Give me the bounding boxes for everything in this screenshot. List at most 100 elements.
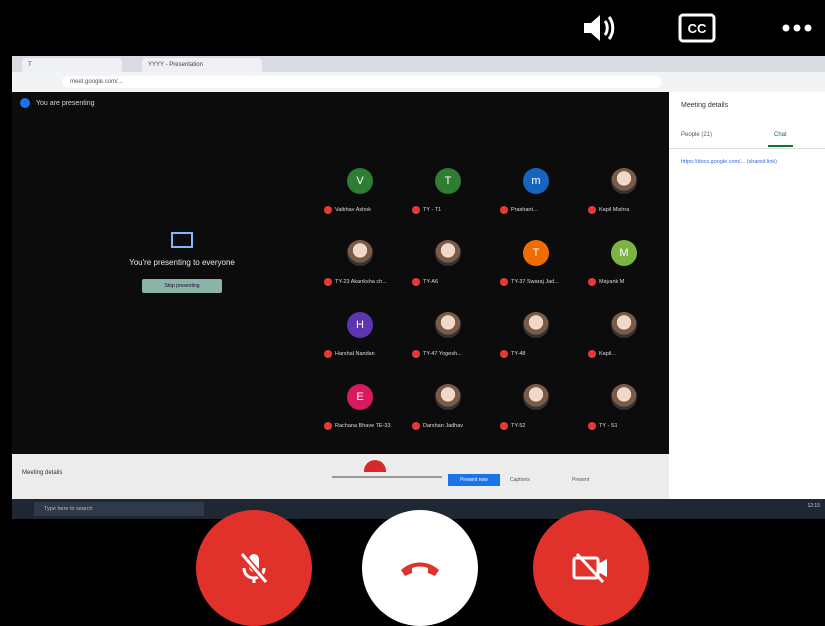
participant-avatar bbox=[435, 240, 461, 266]
participant-name: Rachana Bhave TE-33 bbox=[324, 422, 391, 430]
participant-name-text: TY-48 bbox=[511, 351, 526, 357]
browser-tab[interactable]: T bbox=[22, 58, 122, 72]
participant-avatar bbox=[435, 384, 461, 410]
participant-tile[interactable]: TY-52 bbox=[496, 372, 584, 442]
participant-name-text: TY-23 Akanksha ch... bbox=[335, 279, 387, 285]
participant-tile[interactable]: m Prashant... bbox=[496, 156, 584, 226]
mute-mic-button[interactable] bbox=[196, 510, 312, 626]
participant-tile[interactable]: E Rachana Bhave TE-33 bbox=[320, 372, 408, 442]
end-call-icon bbox=[401, 562, 439, 576]
closed-captions-icon[interactable]: CC bbox=[675, 8, 719, 48]
stop-presenting-button[interactable]: Stop presenting bbox=[142, 279, 222, 293]
participant-avatar bbox=[523, 312, 549, 338]
camera-off-icon bbox=[572, 552, 607, 584]
muted-mic-icon bbox=[588, 350, 596, 358]
end-call-button[interactable] bbox=[362, 510, 478, 626]
muted-mic-icon bbox=[324, 278, 332, 286]
participant-name-text: Mayank M bbox=[599, 279, 625, 285]
top-toolbar: CC bbox=[525, 8, 825, 48]
muted-mic-icon bbox=[500, 206, 508, 214]
participant-name: TY-48 bbox=[500, 350, 525, 358]
participant-name: Vaibhav Ashok bbox=[324, 206, 371, 214]
browser-tab-bar: T YYYY - Presentation bbox=[12, 56, 825, 72]
present-now-button[interactable]: Present now bbox=[448, 474, 500, 486]
panel-title: Meeting details bbox=[681, 102, 729, 109]
participant-avatar: m bbox=[523, 168, 549, 194]
meet-stage: You are presenting You're presenting to … bbox=[12, 92, 669, 454]
participant-avatar bbox=[347, 240, 373, 266]
tab-people[interactable]: People (21) bbox=[681, 132, 712, 138]
more-options-icon[interactable] bbox=[775, 8, 819, 48]
participant-tile[interactable]: H Harshal Nandan bbox=[320, 300, 408, 370]
muted-mic-icon bbox=[324, 422, 332, 430]
participant-name-text: TY - T1 bbox=[423, 207, 442, 213]
participant-name: TY - S1 bbox=[588, 422, 618, 430]
meeting-details-button[interactable]: Meeting details bbox=[22, 470, 62, 476]
participant-name-text: TY - S1 bbox=[599, 423, 618, 429]
muted-mic-icon bbox=[588, 422, 596, 430]
presenting-message: You're presenting to everyone Stop prese… bbox=[82, 232, 282, 293]
taskbar-search[interactable]: Type here to search bbox=[34, 502, 204, 516]
browser-tab[interactable]: YYYY - Presentation bbox=[142, 58, 262, 72]
participant-avatar bbox=[611, 168, 637, 194]
speaker-icon[interactable] bbox=[577, 8, 621, 48]
participant-name-text: Rachana Bhave TE-33 bbox=[335, 423, 391, 429]
participant-tile[interactable]: TY-23 Akanksha ch... bbox=[320, 228, 408, 298]
participant-avatar: M bbox=[611, 240, 637, 266]
participant-tile[interactable]: T TY-37 Swaraj Jad... bbox=[496, 228, 584, 298]
panel-tabs: People (21) Chat bbox=[669, 126, 825, 149]
participant-name-text: Darshan Jadhav bbox=[423, 423, 464, 429]
url-field[interactable]: meet.google.com/... bbox=[62, 76, 662, 88]
side-panel: Meeting details People (21) Chat https:/… bbox=[669, 92, 825, 519]
participant-name: TY - T1 bbox=[412, 206, 441, 214]
participant-tile[interactable]: TY-47 Yogesh... bbox=[408, 300, 496, 370]
captions-button[interactable]: Captions bbox=[510, 477, 530, 483]
participant-name: TY-A6 bbox=[412, 278, 438, 286]
control-divider bbox=[332, 476, 442, 478]
participant-tile[interactable]: TY-48 bbox=[496, 300, 584, 370]
participant-name: TY-23 Akanksha ch... bbox=[324, 278, 387, 286]
mic-off-icon bbox=[239, 552, 269, 584]
present-button[interactable]: Present bbox=[572, 477, 589, 483]
muted-mic-icon bbox=[500, 278, 508, 286]
participant-tile[interactable]: Kapil Mishra bbox=[584, 156, 672, 226]
participant-name: TY-47 Yogesh... bbox=[412, 350, 462, 358]
svg-text:CC: CC bbox=[688, 21, 707, 36]
shared-screen: T YYYY - Presentation meet.google.com/..… bbox=[12, 56, 825, 519]
participant-tile[interactable]: V Vaibhav Ashok bbox=[320, 156, 408, 226]
address-bar: meet.google.com/... bbox=[12, 72, 825, 92]
tab-chat[interactable]: Chat bbox=[768, 132, 793, 147]
participant-name-text: Prashant... bbox=[511, 207, 538, 213]
chat-message[interactable]: https://docs.google.com/... (shared link… bbox=[681, 158, 821, 166]
participant-name-text: TY-37 Swaraj Jad... bbox=[511, 279, 559, 285]
turn-off-camera-button[interactable] bbox=[533, 510, 649, 626]
participant-tile[interactable]: Darshan Jadhav bbox=[408, 372, 496, 442]
presenting-text: You're presenting to everyone bbox=[129, 258, 235, 267]
presenting-chip: You are presenting bbox=[20, 98, 95, 108]
participant-name: Kapil Mishra bbox=[588, 206, 629, 214]
participant-avatar bbox=[523, 384, 549, 410]
participant-avatar: E bbox=[347, 384, 373, 410]
muted-mic-icon bbox=[412, 206, 420, 214]
participant-name: Harshal Nandan bbox=[324, 350, 375, 358]
end-call-mini-icon[interactable] bbox=[364, 460, 386, 472]
participant-name: TY-37 Swaraj Jad... bbox=[500, 278, 559, 286]
participant-avatar: T bbox=[523, 240, 549, 266]
participant-avatar bbox=[611, 384, 637, 410]
participant-name-text: Vaibhav Ashok bbox=[335, 207, 371, 213]
muted-mic-icon bbox=[588, 206, 596, 214]
participant-avatar bbox=[435, 312, 461, 338]
participant-name-text: TY-A6 bbox=[423, 279, 439, 285]
participant-tile[interactable]: M Mayank M bbox=[584, 228, 672, 298]
muted-mic-icon bbox=[500, 350, 508, 358]
participant-tile[interactable]: TY-A6 bbox=[408, 228, 496, 298]
participant-name: Mayank M bbox=[588, 278, 624, 286]
participant-tile[interactable]: T TY - T1 bbox=[408, 156, 496, 226]
participant-tile[interactable]: TY - S1 bbox=[584, 372, 672, 442]
present-screen-icon bbox=[171, 232, 193, 248]
participant-name: Kapil... bbox=[588, 350, 616, 358]
participant-name-text: Kapil... bbox=[599, 351, 616, 357]
muted-mic-icon bbox=[588, 278, 596, 286]
participant-name: Darshan Jadhav bbox=[412, 422, 463, 430]
participant-tile[interactable]: Kapil... bbox=[584, 300, 672, 370]
